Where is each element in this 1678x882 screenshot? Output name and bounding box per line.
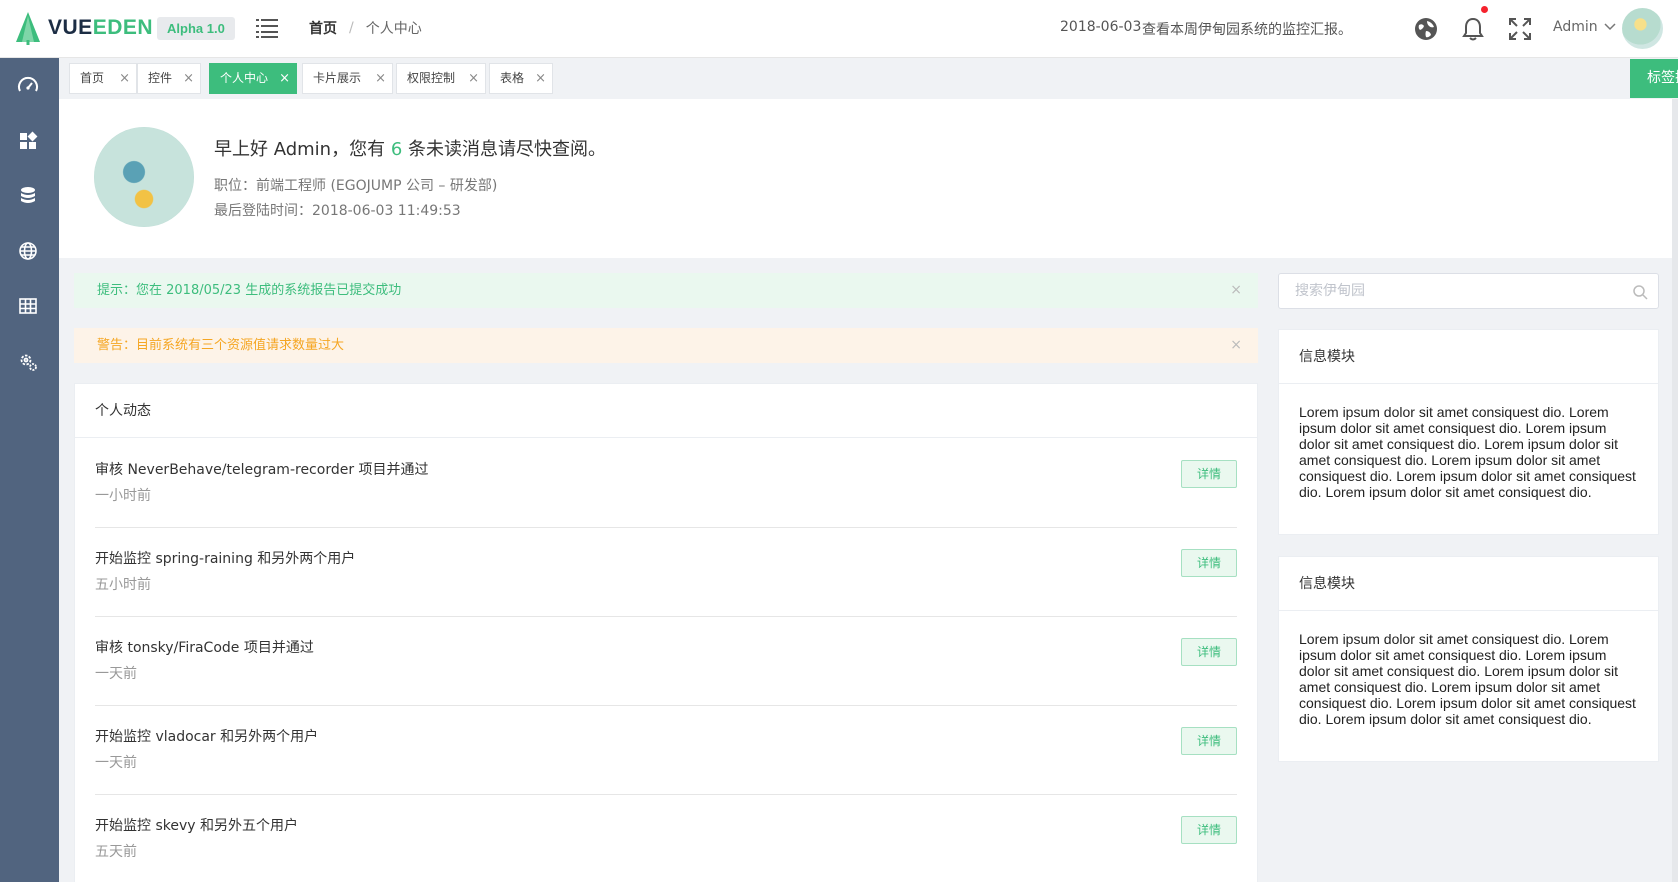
app-logo[interactable]: VUEEDEN	[16, 10, 153, 46]
info-block-title: 信息模块	[1279, 557, 1658, 611]
success-alert: 提示：您在 2018/05/23 生成的系统报告已提交成功 ×	[74, 273, 1258, 308]
greeting: 早上好 Admin，您有 6 条未读消息请尽快查阅。	[214, 135, 606, 161]
table-icon[interactable]	[16, 294, 40, 318]
info-block: 信息模块 Lorem ipsum dolor sit amet consique…	[1278, 556, 1659, 762]
tab-operations-label: 标签操作	[1647, 70, 1678, 86]
tab-controls[interactable]: 控件 ×	[137, 63, 201, 94]
tab-label: 控件	[148, 71, 173, 85]
info-block-title: 信息模块	[1279, 330, 1658, 384]
tab-bar: 首页 × 控件 × 个人中心 × 卡片展示 × 权限控制 × 表格 × 标签操作	[59, 58, 1678, 99]
activity-text: 开始监控 vladocar 和另外两个用户	[95, 729, 319, 745]
tab-label: 表格	[500, 71, 525, 85]
database-icon[interactable]	[16, 184, 40, 208]
unread-dot	[1481, 6, 1488, 13]
profile-position: 职位：前端工程师 (EGOJUMP 公司 – 研发部)	[214, 178, 498, 194]
close-icon[interactable]: ×	[119, 64, 130, 93]
warning-alert-text: 警告：目前系统有三个资源值请求数量过大	[97, 338, 345, 353]
app-name-suffix: EDEN	[92, 16, 154, 39]
user-name: Admin	[1553, 19, 1598, 35]
activity-time: 一天前	[95, 666, 137, 682]
success-alert-text: 提示：您在 2018/05/23 生成的系统报告已提交成功	[97, 283, 402, 298]
page-scrollbar[interactable]	[1672, 99, 1678, 882]
breadcrumb: 首页 / 个人中心	[309, 18, 422, 38]
tab-table[interactable]: 表格 ×	[489, 63, 553, 94]
activity-time: 一小时前	[95, 488, 151, 504]
tree-logo-icon	[16, 11, 40, 45]
search-input[interactable]	[1279, 274, 1619, 308]
fullscreen-icon[interactable]	[1507, 16, 1533, 42]
activity-time: 五天前	[95, 844, 137, 860]
profile-panel: 早上好 Admin，您有 6 条未读消息请尽快查阅。 职位：前端工程师 (EGO…	[59, 99, 1678, 258]
search-box	[1278, 273, 1659, 309]
info-block: 信息模块 Lorem ipsum dolor sit amet consique…	[1278, 329, 1659, 535]
widgets-icon[interactable]	[16, 129, 40, 153]
activity-title: 个人动态	[75, 384, 1257, 438]
app-name: VUEEDEN	[48, 16, 153, 40]
activity-text: 开始监控 skevy 和另外五个用户	[95, 818, 298, 834]
avatar[interactable]	[1622, 8, 1663, 49]
list-item: 审核 tonsky/FiraCode 项目并通过 一天前 详情	[95, 617, 1237, 706]
close-icon[interactable]: ×	[1230, 273, 1242, 308]
dashboard-icon[interactable]	[16, 74, 40, 98]
close-icon[interactable]: ×	[1230, 328, 1242, 363]
unread-count[interactable]: 6	[391, 139, 402, 160]
detail-button[interactable]: 详情	[1181, 549, 1237, 577]
settings-icon[interactable]	[16, 350, 40, 374]
close-icon[interactable]: ×	[279, 64, 290, 93]
activity-time: 五小时前	[95, 577, 151, 593]
list-item: 开始监控 skevy 和另外五个用户 五天前 详情	[95, 795, 1237, 882]
tab-label: 卡片展示	[313, 71, 362, 85]
breadcrumb-current: 个人中心	[365, 21, 422, 37]
tab-label: 首页	[80, 71, 105, 85]
list-item: 开始监控 vladocar 和另外两个用户 一天前 详情	[95, 706, 1237, 795]
chevron-down-icon	[1604, 23, 1616, 31]
tab-profile[interactable]: 个人中心 ×	[209, 63, 297, 94]
activity-card: 个人动态 审核 NeverBehave/telegram-recorder 项目…	[74, 383, 1258, 882]
header-message[interactable]: 查看本周伊甸园系统的监控汇报。	[1142, 19, 1352, 39]
detail-button[interactable]: 详情	[1181, 727, 1237, 755]
tab-label: 个人中心	[220, 71, 269, 85]
globe-nav-icon[interactable]	[16, 239, 40, 263]
tab-label: 权限控制	[407, 71, 456, 85]
info-block-body: Lorem ipsum dolor sit amet consiquest di…	[1299, 631, 1636, 727]
activity-text: 审核 NeverBehave/telegram-recorder 项目并通过	[95, 462, 429, 478]
user-menu[interactable]: Admin	[1553, 19, 1616, 35]
activity-time: 一天前	[95, 755, 137, 771]
greeting-prefix: 早上好 Admin，您有	[214, 139, 391, 160]
activity-text: 开始监控 spring-raining 和另外两个用户	[95, 551, 356, 567]
close-icon[interactable]: ×	[468, 64, 479, 93]
breadcrumb-home[interactable]: 首页	[309, 18, 337, 38]
menu-toggle-icon[interactable]	[256, 18, 278, 38]
activity-text: 审核 tonsky/FiraCode 项目并通过	[95, 640, 314, 656]
detail-button[interactable]: 详情	[1181, 638, 1237, 666]
detail-button[interactable]: 详情	[1181, 816, 1237, 844]
top-header: VUEEDEN Alpha 1.0 首页 / 个人中心 2018-06-03 查…	[0, 0, 1678, 58]
list-item: 审核 NeverBehave/telegram-recorder 项目并通过 一…	[95, 439, 1237, 528]
search-icon[interactable]	[1632, 284, 1648, 300]
header-date: 2018-06-03	[1060, 19, 1142, 35]
version-badge: Alpha 1.0	[157, 17, 235, 40]
tab-permissions[interactable]: 权限控制 ×	[396, 63, 486, 94]
close-icon[interactable]: ×	[375, 64, 386, 93]
list-item: 开始监控 spring-raining 和另外两个用户 五小时前 详情	[95, 528, 1237, 617]
close-icon[interactable]: ×	[183, 64, 194, 93]
tab-home[interactable]: 首页 ×	[69, 63, 137, 94]
detail-button[interactable]: 详情	[1181, 460, 1237, 488]
profile-avatar	[94, 127, 194, 227]
sidebar	[0, 58, 59, 882]
warning-alert: 警告：目前系统有三个资源值请求数量过大 ×	[74, 328, 1258, 363]
breadcrumb-separator: /	[349, 20, 354, 36]
tab-operations-button[interactable]: 标签操作	[1630, 59, 1678, 98]
greeting-suffix: 条未读消息请尽快查阅。	[402, 139, 606, 160]
close-icon[interactable]: ×	[535, 64, 546, 93]
tab-cards[interactable]: 卡片展示 ×	[302, 63, 393, 94]
globe-icon[interactable]	[1413, 16, 1439, 42]
info-block-body: Lorem ipsum dolor sit amet consiquest di…	[1299, 404, 1636, 500]
bell-icon[interactable]	[1460, 16, 1486, 42]
profile-last-login: 最后登陆时间：2018-06-03 11:49:53	[214, 203, 461, 219]
app-name-prefix: VUE	[48, 16, 93, 39]
